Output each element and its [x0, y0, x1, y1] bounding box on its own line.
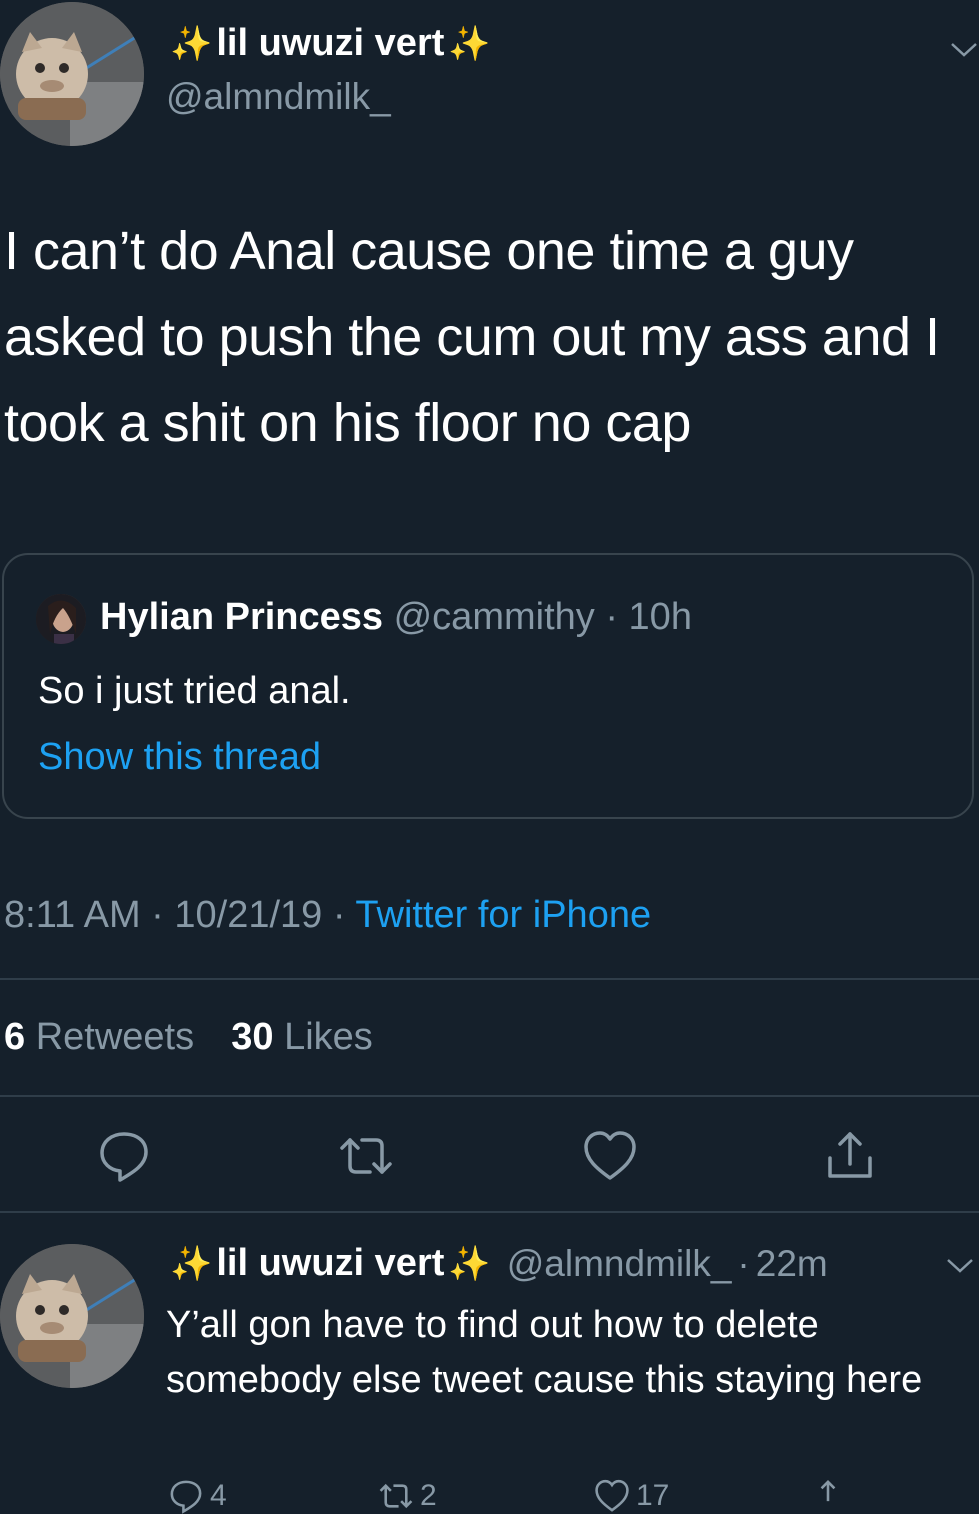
chevron-down-icon[interactable] [950, 42, 978, 58]
reply-age: 22m [755, 1242, 828, 1284]
divider [0, 1211, 979, 1213]
display-name[interactable]: ✨ lil uwuzi vert ✨ [170, 22, 491, 65]
quoted-age: 10h [628, 596, 692, 638]
quoted-handle: @cammithy [393, 596, 595, 638]
divider [0, 1095, 979, 1097]
share-icon [820, 1480, 836, 1502]
sparkles-icon: ✨ [448, 1244, 491, 1283]
sparkles-icon: ✨ [448, 24, 491, 63]
retweet-icon [379, 1483, 413, 1509]
quoted-avatar [36, 594, 86, 644]
tweet-text: I can’t do Anal cause one time a guy ask… [4, 221, 940, 453]
reply-count: 4 [210, 1479, 227, 1512]
reply-icon [170, 1480, 202, 1514]
quoted-separator: · [605, 596, 618, 638]
tweet-source-link[interactable]: Twitter for iPhone [355, 894, 651, 936]
likes-stat[interactable]: 30 Likes [231, 1016, 373, 1058]
like-button[interactable] [582, 1128, 638, 1184]
reply-like-button[interactable]: 17 [594, 1478, 669, 1514]
retweet-button[interactable] [338, 1128, 394, 1184]
quoted-display-name[interactable]: Hylian Princess [100, 596, 383, 638]
sparkles-icon: ✨ [170, 24, 213, 63]
chevron-down-icon[interactable] [946, 1258, 974, 1274]
heart-icon [584, 1131, 636, 1180]
like-count: 17 [636, 1479, 670, 1512]
avatar[interactable] [0, 2, 144, 146]
reply-handle: @almndmilk_ [506, 1242, 732, 1284]
likes-label: Likes [284, 1016, 373, 1058]
share-button[interactable] [822, 1128, 878, 1184]
share-icon [828, 1132, 872, 1178]
quoted-text: So i just tried anal. [38, 670, 351, 712]
reply-display-name[interactable]: ✨ lil uwuzi vert ✨ @almndmilk_ · 22m [170, 1242, 828, 1285]
separator: · [737, 1242, 750, 1284]
sparkles-icon: ✨ [170, 1244, 213, 1283]
reply-tweet-text: Y’all gon have to find out how to delete… [166, 1304, 923, 1401]
likes-count: 30 [231, 1016, 274, 1058]
heart-icon [595, 1479, 629, 1512]
retweet-icon [340, 1138, 392, 1174]
retweets-stat[interactable]: 6 Retweets [4, 1016, 205, 1058]
reply-share-button[interactable] [810, 1478, 846, 1514]
retweets-count: 6 [4, 1016, 26, 1058]
divider [0, 978, 979, 980]
reply-avatar[interactable] [0, 1244, 144, 1388]
reply-display-name-text: lil uwuzi vert [216, 1242, 445, 1284]
separator: · [151, 894, 164, 936]
reply-button[interactable] [96, 1128, 152, 1184]
retweets-label: Retweets [35, 1016, 195, 1058]
display-name-text: lil uwuzi vert [216, 22, 445, 64]
reply-reply-button[interactable]: 4 [168, 1478, 227, 1514]
engagement-stats: 6 Retweets 30 Likes [4, 1016, 373, 1059]
tweet-time: 8:11 AM [4, 894, 141, 936]
quoted-header: Hylian Princess @cammithy · 10h [100, 596, 692, 639]
show-thread-link[interactable]: Show this thread [38, 736, 321, 779]
retweet-count: 2 [420, 1479, 437, 1512]
tweet-date: 10/21/19 [174, 894, 323, 936]
user-handle[interactable]: @almndmilk_ [166, 76, 391, 118]
separator: · [332, 894, 346, 936]
reply-icon [100, 1132, 148, 1182]
reply-retweet-button[interactable]: 2 [378, 1478, 437, 1514]
tweet-timestamp: 8:11 AM · 10/21/19 · Twitter for iPhone [4, 894, 651, 937]
